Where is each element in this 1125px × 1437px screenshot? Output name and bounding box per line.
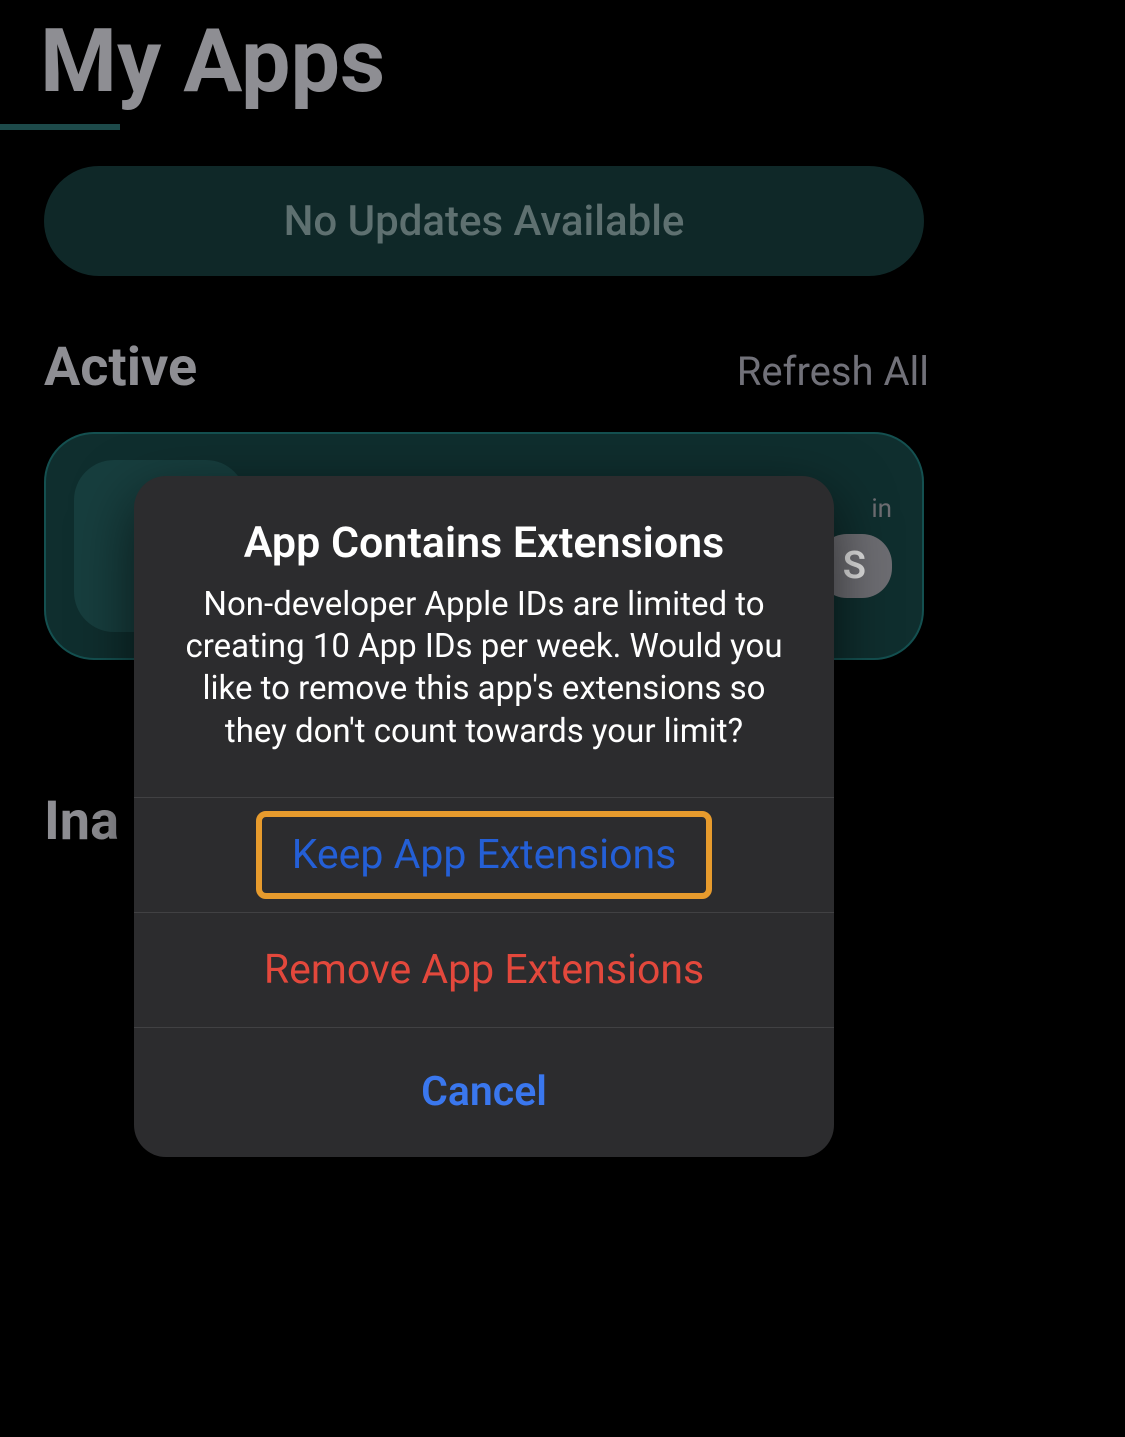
dialog-header: App Contains Extensions Non-developer Ap… <box>134 476 834 797</box>
extensions-dialog: App Contains Extensions Non-developer Ap… <box>134 476 834 1157</box>
keep-extensions-label: Keep App Extensions <box>256 811 713 899</box>
keep-extensions-button[interactable]: Keep App Extensions <box>134 797 834 912</box>
remove-extensions-label: Remove App Extensions <box>264 946 704 994</box>
cancel-button[interactable]: Cancel <box>134 1027 834 1157</box>
cancel-label: Cancel <box>421 1068 547 1116</box>
dialog-title: App Contains Extensions <box>168 518 800 568</box>
dialog-message: Non-developer Apple IDs are limited to c… <box>168 584 800 753</box>
remove-extensions-button[interactable]: Remove App Extensions <box>134 912 834 1027</box>
